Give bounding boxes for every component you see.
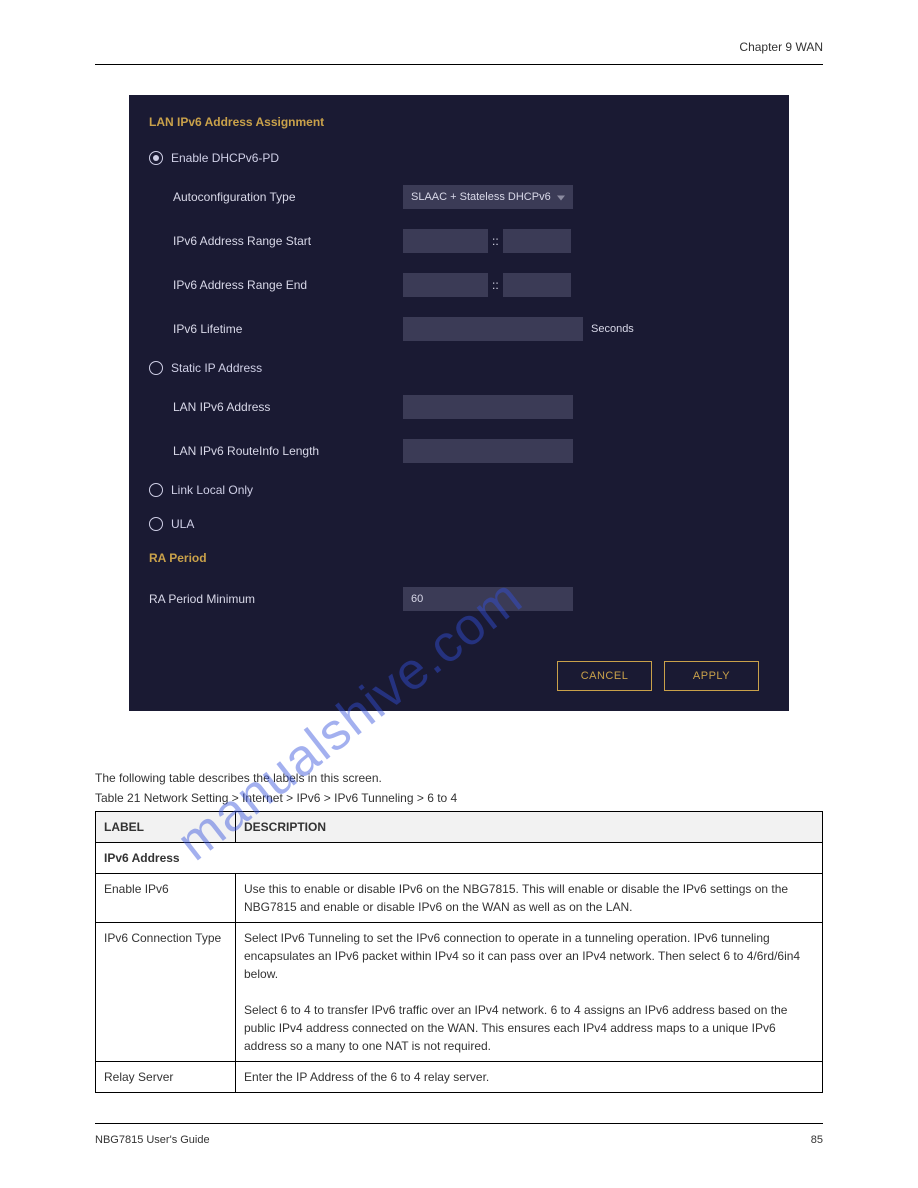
table-row: Relay Server Enter the IP Address of the… — [96, 1062, 823, 1093]
input-ipv6-lifetime[interactable] — [403, 317, 583, 341]
radio-label-dhcpv6pd: Enable DHCPv6-PD — [171, 151, 279, 165]
row-ipv6-lifetime: IPv6 Lifetime Seconds — [149, 317, 769, 341]
label-lan-ipv6-routeinfo: LAN IPv6 RouteInfo Length — [173, 444, 403, 458]
header-rule — [95, 64, 823, 65]
label-range-start: IPv6 Address Range Start — [173, 234, 403, 248]
select-autoconfig-type[interactable]: SLAAC + Stateless DHCPv6 — [403, 185, 573, 209]
radio-icon[interactable] — [149, 483, 163, 497]
input-range-start-b[interactable] — [503, 229, 571, 253]
cell-label: Enable IPv6 — [96, 874, 236, 923]
cancel-button[interactable]: CANCEL — [557, 661, 652, 691]
footer-page-number: 85 — [811, 1134, 823, 1146]
page-footer: NBG7815 User's Guide 85 — [95, 1134, 823, 1146]
cell-description: Use this to enable or disable IPv6 on th… — [236, 874, 823, 923]
table-section-header: IPv6 Address — [96, 843, 823, 874]
router-settings-panel: LAN IPv6 Address Assignment Enable DHCPv… — [129, 95, 789, 711]
label-autoconfig-type: Autoconfiguration Type — [173, 190, 403, 204]
colon-separator: :: — [488, 234, 503, 248]
apply-button[interactable]: APPLY — [664, 661, 759, 691]
input-range-end-a[interactable] — [403, 273, 488, 297]
cell-label: IPv6 Connection Type — [96, 923, 236, 1062]
radio-label-static-ip: Static IP Address — [171, 361, 262, 375]
radio-icon[interactable] — [149, 361, 163, 375]
select-value: SLAAC + Stateless DHCPv6 — [411, 191, 551, 203]
footer-doc-title: NBG7815 User's Guide — [95, 1134, 210, 1146]
row-range-start: IPv6 Address Range Start :: — [149, 229, 769, 253]
row-ra-period-min: RA Period Minimum — [149, 587, 769, 611]
cell-label: Relay Server — [96, 1062, 236, 1093]
label-lan-ipv6-address: LAN IPv6 Address — [173, 400, 403, 414]
button-row: CANCEL APPLY — [149, 661, 769, 691]
row-lan-ipv6-address: LAN IPv6 Address — [149, 395, 769, 419]
label-ra-period-min: RA Period Minimum — [149, 592, 403, 606]
lan-ipv6-section-title: LAN IPv6 Address Assignment — [149, 115, 769, 129]
row-range-end: IPv6 Address Range End :: — [149, 273, 769, 297]
radio-icon[interactable] — [149, 517, 163, 531]
col-header-label: LABEL — [96, 812, 236, 843]
cell-description: Select IPv6 Tunneling to set the IPv6 co… — [236, 923, 823, 1062]
lifetime-suffix: Seconds — [583, 323, 634, 335]
radio-label-ula: ULA — [171, 517, 194, 531]
radio-row-dhcpv6pd[interactable]: Enable DHCPv6-PD — [149, 151, 769, 165]
input-lan-ipv6-address[interactable] — [403, 395, 573, 419]
radio-row-link-local[interactable]: Link Local Only — [149, 483, 769, 497]
footer-rule — [95, 1123, 823, 1124]
table-header-row: LABEL DESCRIPTION — [96, 812, 823, 843]
row-autoconfig-type: Autoconfiguration Type SLAAC + Stateless… — [149, 185, 769, 209]
col-header-description: DESCRIPTION — [236, 812, 823, 843]
table-title: Table 21 Network Setting > Internet > IP… — [95, 791, 823, 805]
table-row: Enable IPv6 Use this to enable or disabl… — [96, 874, 823, 923]
input-lan-ipv6-routeinfo[interactable] — [403, 439, 573, 463]
radio-icon[interactable] — [149, 151, 163, 165]
radio-label-link-local: Link Local Only — [171, 483, 253, 497]
table-section-row: IPv6 Address — [96, 843, 823, 874]
page-header: Chapter 9 WAN — [95, 40, 823, 54]
label-ipv6-lifetime: IPv6 Lifetime — [173, 322, 403, 336]
table-row: IPv6 Connection Type Select IPv6 Tunneli… — [96, 923, 823, 1062]
input-range-end-b[interactable] — [503, 273, 571, 297]
cell-description: Enter the IP Address of the 6 to 4 relay… — [236, 1062, 823, 1093]
colon-separator: :: — [488, 278, 503, 292]
radio-row-ula[interactable]: ULA — [149, 517, 769, 531]
row-lan-ipv6-routeinfo: LAN IPv6 RouteInfo Length — [149, 439, 769, 463]
input-ra-period-min[interactable] — [403, 587, 573, 611]
radio-row-static-ip[interactable]: Static IP Address — [149, 361, 769, 375]
label-range-end: IPv6 Address Range End — [173, 278, 403, 292]
ra-period-section-title: RA Period — [149, 551, 769, 565]
input-range-start-a[interactable] — [403, 229, 488, 253]
description-table: LABEL DESCRIPTION IPv6 Address Enable IP… — [95, 811, 823, 1093]
table-caption: The following table describes the labels… — [95, 771, 823, 785]
